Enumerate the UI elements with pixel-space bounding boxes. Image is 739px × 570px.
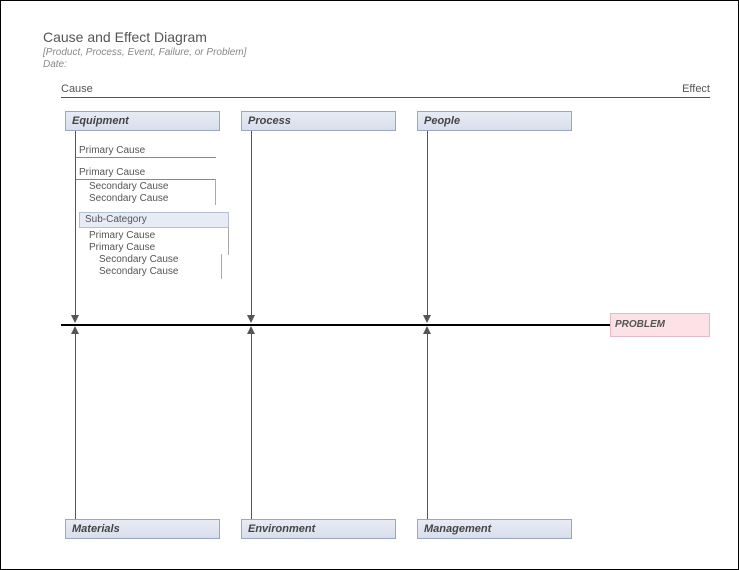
diagram-title: Cause and Effect Diagram [43, 29, 738, 45]
diagram-subtitle: [Product, Process, Event, Failure, or Pr… [43, 47, 738, 58]
category-management: Management [417, 519, 572, 539]
branch-line [75, 131, 76, 317]
category-environment: Environment [241, 519, 396, 539]
cause-primary: Primary Cause [79, 145, 145, 156]
cause-effect-row: Cause Effect [61, 83, 710, 98]
cause-border [215, 179, 216, 205]
cause-primary: Primary Cause [79, 167, 145, 178]
branch-line [427, 333, 428, 519]
cause-border [228, 228, 229, 255]
effect-label: Effect [682, 83, 710, 95]
sub-category-header: Sub-Category [79, 212, 229, 228]
cause-secondary: Secondary Cause [89, 181, 169, 192]
cause-secondary: Secondary Cause [99, 254, 179, 265]
cause-underline [76, 179, 216, 180]
branch-arrow-icon [247, 315, 255, 323]
category-people: People [417, 111, 572, 131]
fishbone-diagram: PROBLEM Equipment Process People Materia… [61, 111, 710, 539]
spine-line [61, 324, 615, 326]
cause-border [221, 254, 222, 279]
branch-line [427, 131, 428, 317]
branch-line [75, 333, 76, 519]
category-equipment: Equipment [65, 111, 220, 131]
branch-arrow-icon [71, 326, 79, 334]
category-materials: Materials [65, 519, 220, 539]
header: Cause and Effect Diagram [Product, Proce… [1, 1, 738, 70]
cause-secondary: Secondary Cause [89, 193, 169, 204]
cause-primary: Primary Cause [89, 230, 155, 241]
branch-arrow-icon [423, 315, 431, 323]
category-process: Process [241, 111, 396, 131]
date-label: Date: [43, 59, 738, 70]
branch-arrow-icon [423, 326, 431, 334]
branch-arrow-icon [71, 315, 79, 323]
branch-line [251, 333, 252, 519]
branch-arrow-icon [247, 326, 255, 334]
cause-primary: Primary Cause [89, 242, 155, 253]
cause-secondary: Secondary Cause [99, 266, 179, 277]
branch-line [251, 131, 252, 317]
cause-underline [76, 157, 216, 158]
problem-box: PROBLEM [610, 313, 710, 337]
cause-label: Cause [61, 83, 93, 95]
